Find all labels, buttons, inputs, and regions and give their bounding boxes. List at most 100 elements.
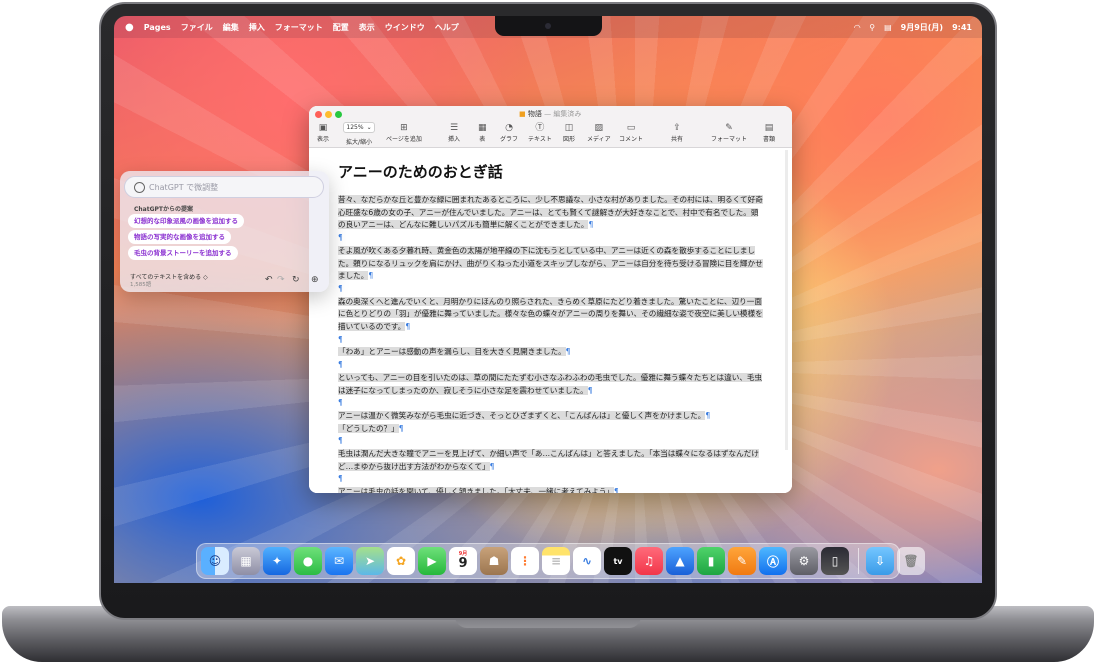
vertical-scrollbar[interactable]	[785, 150, 788, 450]
zoom-value: 125%	[346, 124, 364, 131]
window-title: ■ 物語 — 編集済み	[519, 109, 581, 119]
document-paragraph[interactable]: といっても、アニーの目を引いたのは、草の間にたたずむ小さなふわふわの毛虫でした。…	[338, 372, 763, 397]
notes-icon[interactable]: ≡	[542, 547, 570, 575]
finder-icon[interactable]: ☺	[201, 547, 229, 575]
facetime-icon[interactable]: ▶	[418, 547, 446, 575]
word-count: 1,585語	[130, 282, 152, 288]
music-icon[interactable]: ♫	[635, 547, 663, 575]
reminders-icon[interactable]: ⋮	[511, 547, 539, 575]
pilcrow-mark: ¶	[338, 283, 343, 293]
document-paragraph[interactable]: ¶	[338, 435, 763, 448]
close-window-button[interactable]	[315, 111, 322, 118]
messages-icon[interactable]: ●	[294, 547, 322, 575]
maps-icon[interactable]: ➤	[356, 547, 384, 575]
safari-icon[interactable]: ✦	[263, 547, 291, 575]
zoom-select[interactable]: 125% ⌄	[343, 122, 375, 133]
redo-icon[interactable]: ↷	[277, 275, 285, 285]
menu-file[interactable]: ファイル	[181, 22, 213, 33]
keynote-icon[interactable]: ▲	[666, 547, 694, 575]
document-title[interactable]: アニーのためのおとぎ話	[338, 161, 503, 182]
document-status: — 編集済み	[544, 110, 582, 118]
pilcrow-mark: ¶	[405, 322, 411, 332]
document-paragraph[interactable]: 森の奥深くへと進んでいくと、月明かりにほんのり照らされた、きらめく草原にたどり着…	[338, 296, 763, 334]
search-icon[interactable]: ⚲	[869, 23, 875, 32]
menu-window[interactable]: ウインドウ	[385, 22, 425, 33]
pilcrow-mark: ¶	[338, 233, 343, 243]
toolbar-text-button[interactable]: Ⓣ テキスト	[528, 122, 552, 143]
toolbar-insert-button[interactable]: ☰ 挿入	[448, 122, 460, 143]
menu-format[interactable]: フォーマット	[275, 22, 323, 33]
toolbar-media-button[interactable]: ▨ メディア	[587, 122, 611, 143]
sidebar-icon: ▣	[318, 123, 328, 133]
document-name[interactable]: 物語	[528, 110, 542, 118]
toolbar-comment-label: コメント	[619, 136, 644, 143]
menu-edit[interactable]: 編集	[223, 22, 239, 33]
document-paragraph[interactable]: ¶	[338, 473, 763, 486]
document-paragraph[interactable]: ¶	[338, 232, 763, 245]
suggestion-impressionist-image[interactable]: 幻想的な印象派風の画像を追加する	[128, 214, 244, 228]
chatgpt-prompt-placeholder: ChatGPT で微調整	[149, 182, 219, 192]
wifi-icon[interactable]: ◠	[854, 23, 860, 32]
toolbar-document-button[interactable]: ▤ 書類	[763, 122, 775, 143]
undo-icon[interactable]: ↶	[265, 275, 273, 285]
iphone-mirroring-icon[interactable]: ▯	[821, 547, 849, 575]
document-paragraph[interactable]: そよ風が吹くある夕暮れ時、黄金色の太陽が地平線の下に沈もうとしている中、アニーは…	[338, 245, 763, 283]
document-paragraph[interactable]: ¶	[338, 359, 763, 372]
document-paragraph[interactable]: 昔々、なだらかな丘と豊かな緑に囲まれたあるところに、少し不思議な、小さな村があり…	[338, 194, 763, 232]
minimize-window-button[interactable]	[325, 111, 332, 118]
submit-icon[interactable]: ⊕	[311, 275, 319, 285]
menu-time[interactable]: 9:41	[952, 23, 972, 32]
document-paragraph[interactable]: 「わあ」とアニーは感動の声を漏らし、目を大きく見開きました。¶	[338, 346, 763, 359]
menu-view[interactable]: 表示	[359, 22, 375, 33]
pilcrow-mark: ¶	[338, 360, 343, 370]
launchpad-icon[interactable]: ▦	[232, 547, 260, 575]
toolbar-shape-button[interactable]: ◫ 図形	[563, 122, 575, 143]
regenerate-icon[interactable]: ↻	[292, 275, 300, 285]
menu-insert[interactable]: 挿入	[249, 22, 265, 33]
dock-separator	[858, 548, 859, 574]
calendar-icon[interactable]: 9月 9	[449, 547, 477, 575]
menu-app-name[interactable]: Pages	[144, 23, 171, 32]
pages-icon[interactable]: ✎	[728, 547, 756, 575]
tv-icon[interactable]: tv	[604, 547, 632, 575]
document-paragraph[interactable]: 「どうしたの？」¶	[338, 423, 763, 436]
numbers-icon[interactable]: ▮	[697, 547, 725, 575]
toolbar-format-button[interactable]: ✎ フォーマット	[711, 122, 747, 143]
toolbar-comment-button[interactable]: ▭ コメント	[619, 122, 643, 143]
document-paragraph[interactable]: ¶	[338, 397, 763, 410]
toolbar-share-button[interactable]: ⇪ 共有	[671, 122, 683, 143]
chatgpt-prompt-input[interactable]: ChatGPT で微調整	[124, 176, 324, 198]
toolbar-view-button[interactable]: ▣ 表示	[317, 122, 329, 143]
suggestions-header: ChatGPTからの提案	[134, 206, 194, 213]
menu-arrange[interactable]: 配置	[333, 22, 349, 33]
document-body[interactable]: 昔々、なだらかな丘と豊かな緑に囲まれたあるところに、少し不思議な、小さな村があり…	[338, 194, 763, 493]
pilcrow-mark: ¶	[565, 347, 571, 357]
suggestion-caterpillar-backstory[interactable]: 毛虫の背景ストーリーを追加する	[128, 246, 238, 260]
control-center-icon[interactable]: ▤	[884, 23, 892, 32]
document-canvas[interactable]: アニーのためのおとぎ話 昔々、なだらかな丘と豊かな緑に囲まれたあるところに、少し…	[309, 148, 792, 493]
document-paragraph[interactable]: アニーは温かく微笑みながら毛虫に近づき、そっとひざまずくと、「こんばんは」と優し…	[338, 410, 763, 423]
downloads-folder-icon[interactable]: ⇩	[866, 547, 894, 575]
document-paragraph[interactable]: アニーは毛虫の話を聞いて、優しく頷きました。「大丈夫、一緒に考えてみよう」¶	[338, 486, 763, 493]
menu-help[interactable]: ヘルプ	[435, 22, 459, 33]
document-paragraph[interactable]: 毛虫は潤んだ大きな瞳でアニーを見上げて、か細い声で「あ…こんばんは」と答えました…	[338, 448, 763, 473]
toolbar-table-button[interactable]: ▦ 表	[478, 122, 487, 143]
apple-menu-icon[interactable]: ●	[125, 22, 134, 33]
mail-icon[interactable]: ✉	[325, 547, 353, 575]
paragraph-text: 毛虫は潤んだ大きな瞳でアニーを見上げて、か細い声で「あ…こんばんは」と答えました…	[338, 449, 759, 471]
photos-icon[interactable]: ✿	[387, 547, 415, 575]
menu-date[interactable]: 9月9日(月)	[901, 22, 943, 33]
pilcrow-mark: ¶	[338, 436, 343, 446]
contacts-icon[interactable]: ☗	[480, 547, 508, 575]
zoom-window-button[interactable]	[335, 111, 342, 118]
document-paragraph[interactable]: ¶	[338, 334, 763, 347]
system-settings-icon[interactable]: ⚙	[790, 547, 818, 575]
document-paragraph[interactable]: ¶	[338, 283, 763, 296]
toolbar-shape-label: 図形	[563, 136, 576, 143]
toolbar-chart-button[interactable]: ◔ グラフ	[500, 122, 518, 143]
trash-icon[interactable]: 🗑	[897, 547, 925, 575]
app-store-icon[interactable]: Ⓐ	[759, 547, 787, 575]
toolbar-add-page-button[interactable]: ⊞ ページを追加	[386, 122, 422, 143]
suggestion-realistic-image[interactable]: 物語の写実的な画像を追加する	[128, 230, 231, 244]
freeform-icon[interactable]: ∿	[573, 547, 601, 575]
